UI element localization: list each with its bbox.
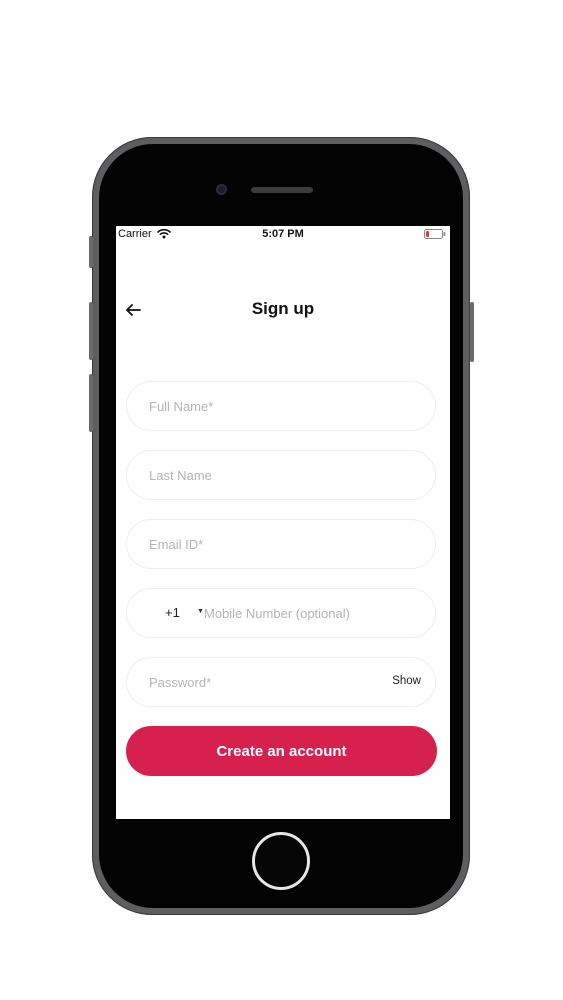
full-name-input[interactable]: [149, 382, 389, 430]
password-field: Show: [126, 657, 436, 707]
password-input[interactable]: [149, 658, 389, 706]
full-name-field: [126, 381, 436, 431]
caret-down-icon[interactable]: ▼: [197, 608, 204, 615]
power-button: [470, 302, 474, 362]
show-password-toggle[interactable]: Show: [392, 675, 421, 687]
last-name-input[interactable]: [149, 451, 389, 499]
mute-switch: [89, 236, 93, 268]
page-title: Sign up: [251, 299, 315, 318]
status-time: 5:07 PM: [262, 228, 304, 240]
app-preview-stage: Carrier 5:07 PM Sign up Full Name* Last …: [0, 0, 563, 1000]
mobile-number-input[interactable]: [204, 589, 424, 637]
volume-down-button: [89, 374, 93, 432]
phone-screen: Carrier 5:07 PM Sign up Full Name* Last …: [116, 226, 450, 819]
battery-icon: [424, 229, 446, 243]
country-code-select[interactable]: +1: [165, 605, 180, 620]
front-camera: [216, 184, 227, 195]
create-account-button[interactable]: Create an account: [126, 726, 437, 776]
home-button[interactable]: [252, 832, 310, 890]
email-input[interactable]: [149, 520, 389, 568]
email-field: [126, 519, 436, 569]
status-bar: Carrier 5:07 PM: [116, 226, 450, 242]
earpiece-speaker: [251, 187, 313, 193]
mobile-field: +1 ▼: [126, 588, 436, 638]
last-name-field: [126, 450, 436, 500]
volume-up-button: [89, 302, 93, 360]
